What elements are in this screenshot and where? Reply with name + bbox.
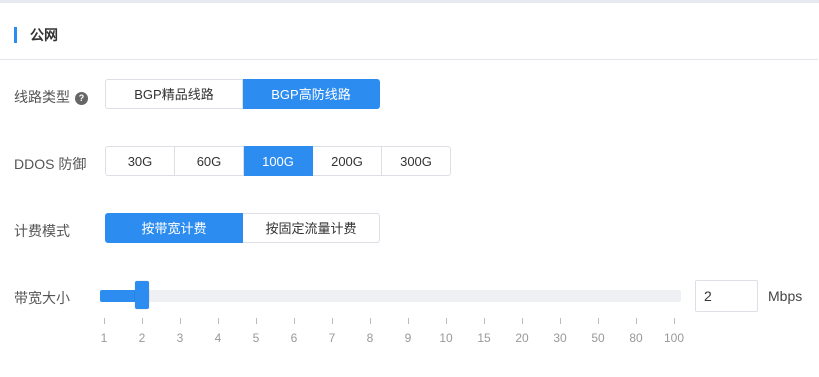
ddos-option-200g[interactable]: 200G [313,146,382,176]
tick-label: 6 [290,331,298,345]
tick-mark [560,318,561,324]
line-type-options: BGP精品线路 BGP高防线路 [105,79,380,109]
line-type-option-bgp-premium[interactable]: BGP精品线路 [105,79,243,109]
tick-mark [294,318,295,324]
ddos-option-300g[interactable]: 300G [382,146,451,176]
ddos-options: 30G 60G 100G 200G 300G [105,146,451,176]
tick-mark [332,318,333,324]
tick-mark [180,318,181,324]
tick-mark [674,318,675,324]
tick-label: 100 [663,331,685,345]
tick-mark [256,318,257,324]
tick-mark [522,318,523,324]
tick-label: 50 [591,331,605,345]
billing-label: 计费模式 [14,223,70,239]
billing-row: 计费模式 按带宽计费 按固定流量计费 [0,213,819,245]
line-type-label-wrap: 线路类型? [14,87,88,107]
ddos-row: DDOS 防御 30G 60G 100G 200G 300G [0,146,819,178]
tick-label: 1 [100,331,108,345]
bandwidth-slider-handle[interactable] [135,281,149,309]
tick-label: 9 [404,331,412,345]
tick-mark [104,318,105,324]
ddos-option-60g[interactable]: 60G [175,146,244,176]
tick-label: 7 [328,331,336,345]
tick-label: 4 [214,331,222,345]
line-type-option-bgp-high-defense[interactable]: BGP高防线路 [243,79,380,109]
tick-mark [408,318,409,324]
tick-mark [598,318,599,324]
tick-mark [446,318,447,324]
bandwidth-unit: Mbps [768,288,803,304]
bandwidth-slider-track[interactable] [100,290,681,302]
section-header: 公网 [0,3,818,60]
tick-mark [636,318,637,324]
tick-label: 15 [477,331,491,345]
section-accent-bar [14,27,17,43]
line-type-label: 线路类型 [14,89,70,105]
tick-label: 3 [176,331,184,345]
bandwidth-label: 带宽大小 [14,290,70,306]
tick-mark [218,318,219,324]
tick-label: 10 [439,331,453,345]
tick-label: 2 [138,331,146,345]
bandwidth-input[interactable] [695,280,758,312]
question-circle-icon[interactable]: ? [75,92,88,105]
tick-label: 30 [553,331,567,345]
tick-mark [484,318,485,324]
line-type-row: 线路类型? BGP精品线路 BGP高防线路 [0,79,819,111]
billing-option-bandwidth[interactable]: 按带宽计费 [105,213,243,243]
billing-options: 按带宽计费 按固定流量计费 [105,213,380,243]
tick-mark [370,318,371,324]
billing-option-fixed-traffic[interactable]: 按固定流量计费 [243,213,380,243]
tick-label: 80 [629,331,643,345]
tick-label: 5 [252,331,260,345]
tick-label: 20 [515,331,529,345]
tick-label: 8 [366,331,374,345]
ddos-option-30g[interactable]: 30G [105,146,175,176]
ddos-label: DDOS 防御 [14,156,87,172]
tick-mark [142,318,143,324]
ddos-option-100g[interactable]: 100G [244,146,313,176]
section-title: 公网 [30,27,58,43]
